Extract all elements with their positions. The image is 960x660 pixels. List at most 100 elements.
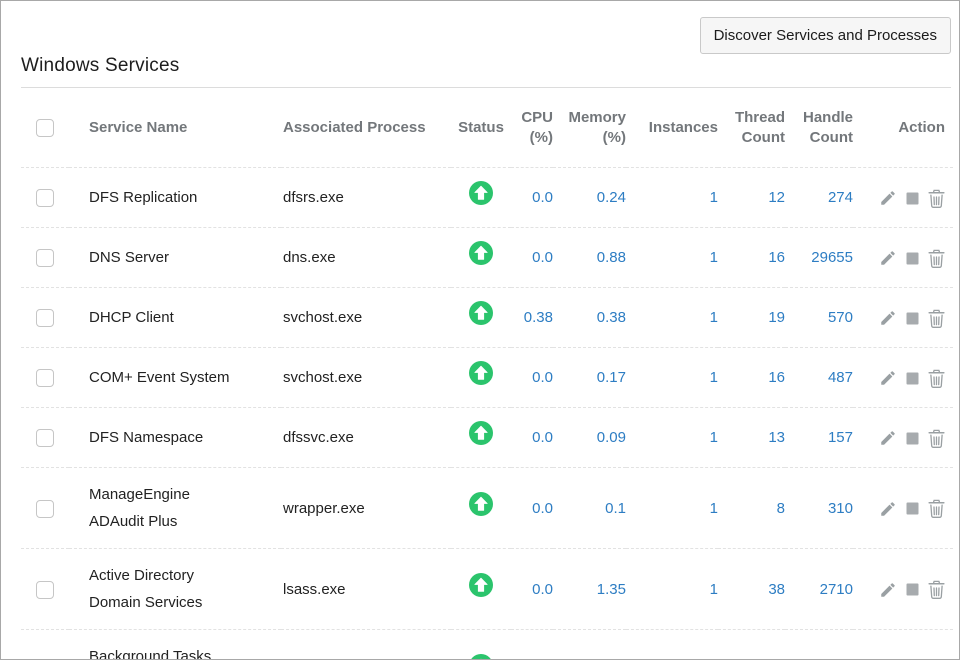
row-checkbox[interactable] — [36, 500, 54, 518]
status-up-icon — [469, 573, 493, 606]
cpu-value[interactable]: 0.0 — [511, 348, 553, 408]
stop-square-icon[interactable] — [906, 192, 919, 205]
stop-square-icon[interactable] — [906, 312, 919, 325]
trash-icon[interactable] — [928, 369, 945, 388]
associated-process: dfssvc.exe — [281, 408, 451, 468]
edit-pencil-icon[interactable] — [879, 500, 897, 518]
stop-square-icon[interactable] — [906, 432, 919, 445]
handle-count-value[interactable]: 310 — [785, 468, 853, 549]
handle-count-value[interactable]: 570 — [785, 288, 853, 348]
cpu-value[interactable]: 0.0 — [511, 468, 553, 549]
services-table-body: DFS Replication dfsrs.exe 0.0 0.24 1 12 … — [21, 168, 953, 660]
trash-icon[interactable] — [928, 429, 945, 448]
associated-process: svchost.exe — [281, 288, 451, 348]
edit-pencil-icon[interactable] — [879, 249, 897, 267]
edit-pencil-icon[interactable] — [879, 189, 897, 207]
edit-pencil-icon[interactable] — [879, 429, 897, 447]
discover-services-button[interactable]: Discover Services and Processes — [700, 17, 951, 54]
edit-pencil-icon[interactable] — [879, 309, 897, 327]
thread-count-value[interactable]: 13 — [718, 408, 785, 468]
memory-value[interactable]: 1.35 — [553, 549, 626, 630]
col-header-action: Action — [853, 88, 953, 168]
instances-value[interactable]: 1 — [626, 549, 718, 630]
col-header-associated-process: Associated Process — [281, 88, 451, 168]
service-name: Active Directory Domain Services — [89, 562, 247, 616]
edit-pencil-icon[interactable] — [879, 369, 897, 387]
stop-square-icon[interactable] — [906, 372, 919, 385]
service-name: ManageEngine ADAudit Plus — [89, 481, 247, 535]
instances-value[interactable]: 1 — [626, 228, 718, 288]
table-row: DHCP Client svchost.exe 0.38 0.38 1 19 5… — [21, 288, 953, 348]
associated-process: svchost.exe — [281, 348, 451, 408]
stop-square-icon[interactable] — [906, 502, 919, 515]
associated-process: lsass.exe — [281, 549, 451, 630]
memory-value[interactable]: 0.17 — [553, 348, 626, 408]
status-up-icon — [469, 492, 493, 525]
thread-count-value[interactable]: 12 — [718, 168, 785, 228]
table-row: DFS Replication dfsrs.exe 0.0 0.24 1 12 … — [21, 168, 953, 228]
instances-value[interactable]: 1 — [626, 288, 718, 348]
row-checkbox[interactable] — [36, 309, 54, 327]
status-up-icon — [469, 241, 493, 274]
row-checkbox[interactable] — [36, 189, 54, 207]
instances-value[interactable]: 1 — [626, 408, 718, 468]
handle-count-value[interactable]: 319 — [785, 630, 853, 660]
memory-value[interactable]: 0.38 — [553, 288, 626, 348]
cpu-value[interactable]: 0.0 — [511, 549, 553, 630]
thread-count-value[interactable]: 38 — [718, 549, 785, 630]
memory-value[interactable]: 0.1 — [553, 630, 626, 660]
thread-count-value[interactable]: 7 — [718, 630, 785, 660]
trash-icon[interactable] — [928, 580, 945, 599]
trash-icon[interactable] — [928, 309, 945, 328]
cpu-value[interactable]: 0.38 — [511, 288, 553, 348]
row-checkbox[interactable] — [36, 581, 54, 599]
table-row: Active Directory Domain Services lsass.e… — [21, 549, 953, 630]
associated-process: dns.exe — [281, 228, 451, 288]
col-header-instances: Instances — [626, 88, 718, 168]
select-all-checkbox[interactable] — [36, 119, 54, 137]
col-header-handle-count: Handle Count — [785, 88, 853, 168]
cpu-value[interactable]: 0.0 — [511, 168, 553, 228]
thread-count-value[interactable]: 16 — [718, 348, 785, 408]
cpu-value[interactable]: 0.0 — [511, 228, 553, 288]
services-table: Service Name Associated Process Status C… — [21, 88, 953, 660]
row-actions — [879, 249, 945, 268]
memory-value[interactable]: 0.88 — [553, 228, 626, 288]
row-checkbox[interactable] — [36, 429, 54, 447]
thread-count-value[interactable]: 8 — [718, 468, 785, 549]
col-header-service-name: Service Name — [69, 88, 281, 168]
table-header-row: Service Name Associated Process Status C… — [21, 88, 953, 168]
service-name: DFS Namespace — [89, 424, 203, 451]
memory-value[interactable]: 0.1 — [553, 468, 626, 549]
thread-count-value[interactable]: 19 — [718, 288, 785, 348]
cpu-value[interactable]: 0.0 — [511, 408, 553, 468]
trash-icon[interactable] — [928, 499, 945, 518]
stop-square-icon[interactable] — [906, 583, 919, 596]
table-row: Background Tasks Infrastructure Service … — [21, 630, 953, 660]
thread-count-value[interactable]: 16 — [718, 228, 785, 288]
handle-count-value[interactable]: 274 — [785, 168, 853, 228]
associated-process: svchost.exe — [281, 630, 451, 660]
memory-value[interactable]: 0.09 — [553, 408, 626, 468]
cpu-value[interactable]: 0.0 — [511, 630, 553, 660]
handle-count-value[interactable]: 29655 — [785, 228, 853, 288]
trash-icon[interactable] — [928, 249, 945, 268]
instances-value[interactable]: 1 — [626, 168, 718, 228]
instances-value[interactable]: 1 — [626, 630, 718, 660]
edit-pencil-icon[interactable] — [879, 581, 897, 599]
trash-icon[interactable] — [928, 189, 945, 208]
row-checkbox[interactable] — [36, 369, 54, 387]
service-name: DHCP Client — [89, 304, 174, 331]
instances-value[interactable]: 1 — [626, 468, 718, 549]
row-actions — [879, 369, 945, 388]
instances-value[interactable]: 1 — [626, 348, 718, 408]
memory-value[interactable]: 0.24 — [553, 168, 626, 228]
page-title: Windows Services — [21, 55, 951, 88]
stop-square-icon[interactable] — [906, 252, 919, 265]
row-checkbox[interactable] — [36, 249, 54, 267]
row-actions — [879, 189, 945, 208]
col-header-cpu: CPU (%) — [511, 88, 553, 168]
handle-count-value[interactable]: 157 — [785, 408, 853, 468]
handle-count-value[interactable]: 2710 — [785, 549, 853, 630]
handle-count-value[interactable]: 487 — [785, 348, 853, 408]
